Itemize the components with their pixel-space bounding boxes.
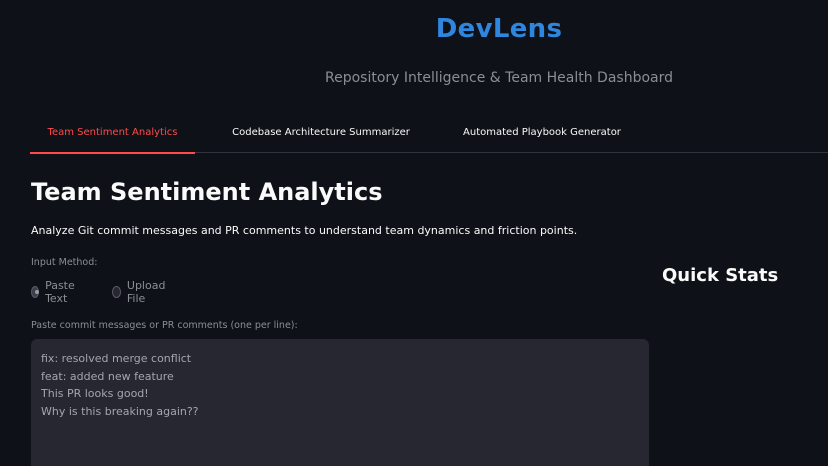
tab-automated-playbook-generator[interactable]: Automated Playbook Generator xyxy=(456,116,628,153)
section-title: Team Sentiment Analytics xyxy=(31,178,383,206)
input-method-label: Input Method: xyxy=(31,257,98,268)
textarea-label: Paste commit messages or PR comments (on… xyxy=(31,320,298,331)
textarea-line: fix: resolved merge conflict xyxy=(41,352,192,365)
textarea-line: This PR looks good! xyxy=(41,387,149,400)
textarea-line: feat: added new feature xyxy=(41,369,174,383)
quick-stats-title: Quick Stats xyxy=(662,265,779,286)
app-root: DevLens Repository Intelligence & Team H… xyxy=(0,0,828,466)
radio-label: Paste Text xyxy=(45,279,75,305)
radio-paste-text[interactable]: Paste Text xyxy=(31,279,79,305)
section-description: Analyze Git commit messages and PR comme… xyxy=(31,224,578,237)
radio-upload-file[interactable]: Upload File xyxy=(112,279,169,305)
radio-label: Upload File xyxy=(126,279,166,305)
textarea-line: Why is this breaking again?? xyxy=(41,404,199,418)
radio-checked-icon xyxy=(31,286,40,298)
app-subtitle: Repository Intelligence & Team Health Da… xyxy=(325,70,673,86)
tab-codebase-architecture-summarizer[interactable]: Codebase Architecture Summarizer xyxy=(222,116,420,153)
commit-messages-textarea[interactable]: fix: resolved merge conflict feat: added… xyxy=(31,339,649,466)
radio-unchecked-icon xyxy=(112,286,121,298)
tab-bar: Team Sentiment Analytics Codebase Archit… xyxy=(30,116,828,154)
app-title: DevLens xyxy=(435,14,563,44)
tab-team-sentiment-analytics[interactable]: Team Sentiment Analytics xyxy=(30,116,195,154)
